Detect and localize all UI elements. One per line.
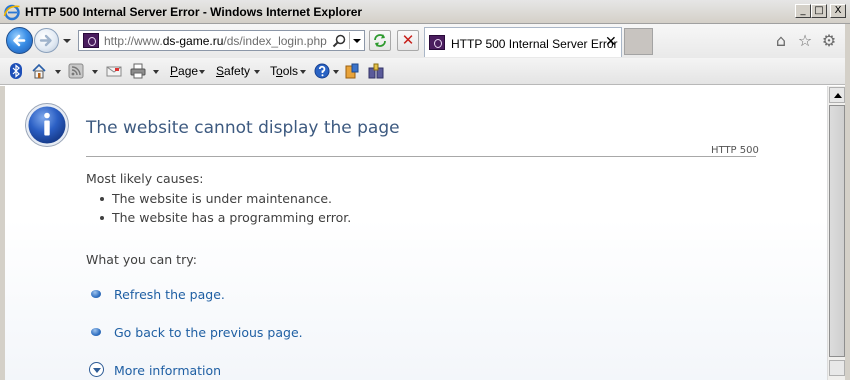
maximize-button[interactable]: □ [811,4,827,18]
tools-menu-accesskey: o [276,64,283,78]
scroll-up-button[interactable] [829,87,845,103]
cause-item: The website has a programming error. [99,210,352,225]
cause-item: The website is under maintenance. [99,191,333,206]
stop-button[interactable]: ✕ [397,30,419,51]
error-page-content: The website cannot display the page HTTP… [5,86,827,380]
page-menu[interactable]: Page [170,64,198,78]
back-button[interactable] [6,27,33,54]
chevron-down-icon[interactable] [199,70,205,74]
tab-close-icon[interactable]: ✕ [605,34,617,50]
address-url-prefix: http://www. [104,34,163,48]
go-back-link[interactable]: Go back to the previous page. [114,325,303,340]
address-url-domain: ds-game.ru [162,34,224,48]
chevron-down-icon[interactable] [55,70,61,74]
add-ons-icon[interactable] [368,63,384,79]
chevron-down-icon[interactable] [333,70,339,74]
chevron-down-icon[interactable] [153,70,159,74]
expand-chevron-icon[interactable] [89,362,104,377]
address-bar[interactable]: http://www.ds-game.ru/ds/index_login.php [78,30,365,51]
bullet-icon [91,328,101,336]
tools-menu[interactable]: Tools [270,64,298,78]
scrollbar-thumb[interactable] [829,105,845,357]
safety-menu-label: afety [224,64,251,78]
tab-favicon-icon [429,35,445,50]
ie-logo-icon [3,4,20,21]
window-frame-right [845,24,850,380]
print-icon[interactable] [130,63,146,79]
tab-http-500[interactable]: HTTP 500 Internal Server Error ✕ [424,27,622,57]
try-heading: What you can try: [86,252,197,267]
window-title-bar: HTTP 500 Internal Server Error - Windows… [0,0,850,24]
refresh-page-link[interactable]: Refresh the page. [114,287,225,302]
forward-arrow-icon [39,34,52,47]
tools-menu-label: ols [282,64,299,78]
refresh-button[interactable] [369,30,391,51]
bluetooth-icon[interactable] [8,63,24,79]
chevron-down-icon [353,39,361,43]
refresh-icon [374,34,386,47]
page-menu-label: age [178,64,199,78]
gear-icon[interactable]: ⚙ [820,32,838,50]
causes-heading: Most likely causes: [86,171,204,186]
heading-divider [86,156,756,157]
mail-icon[interactable] [106,63,122,79]
search-icon[interactable] [331,33,347,49]
favorites-star-icon[interactable]: ☆ [796,32,814,50]
research-icon[interactable] [344,63,360,79]
vertical-scrollbar[interactable] [827,86,845,380]
forward-button[interactable] [34,28,59,53]
page-heading: The website cannot display the page [86,118,400,138]
help-icon[interactable] [314,63,330,79]
more-information-link[interactable]: More information [114,363,221,378]
home-icon[interactable] [31,63,47,79]
back-arrow-icon [13,34,26,47]
recent-pages-dropdown-icon[interactable] [62,36,72,46]
page-menu-accesskey: P [170,64,179,78]
safety-menu-accesskey: S [216,64,225,78]
window-title: HTTP 500 Internal Server Error - Windows… [25,5,363,19]
site-favicon-icon [83,33,99,48]
navigation-bar: http://www.ds-game.ru/ds/index_login.php… [0,24,850,58]
address-dropdown-button[interactable] [349,32,364,49]
home-icon[interactable]: ⌂ [772,32,790,50]
address-url[interactable]: http://www.ds-game.ru/ds/index_login.php [104,34,327,48]
bullet-icon [91,290,101,298]
command-bar: Page Safety Tools [0,58,850,85]
chevron-down-icon[interactable] [92,70,98,74]
info-icon [25,103,69,147]
address-url-path: /ds/index_login.php [223,34,327,48]
chevron-down-icon[interactable] [300,70,306,74]
scroll-down-button[interactable] [829,360,845,376]
new-tab-button[interactable] [624,28,653,55]
rss-feed-icon[interactable] [68,63,84,79]
safety-menu[interactable]: Safety [216,64,250,78]
close-window-button[interactable]: X [830,4,846,18]
http-status-code: HTTP 500 [711,145,759,156]
minimize-button[interactable]: _ [795,4,811,18]
tab-title: HTTP 500 Internal Server Error [451,37,618,51]
chevron-down-icon[interactable] [254,70,260,74]
stop-icon: ✕ [401,31,415,49]
